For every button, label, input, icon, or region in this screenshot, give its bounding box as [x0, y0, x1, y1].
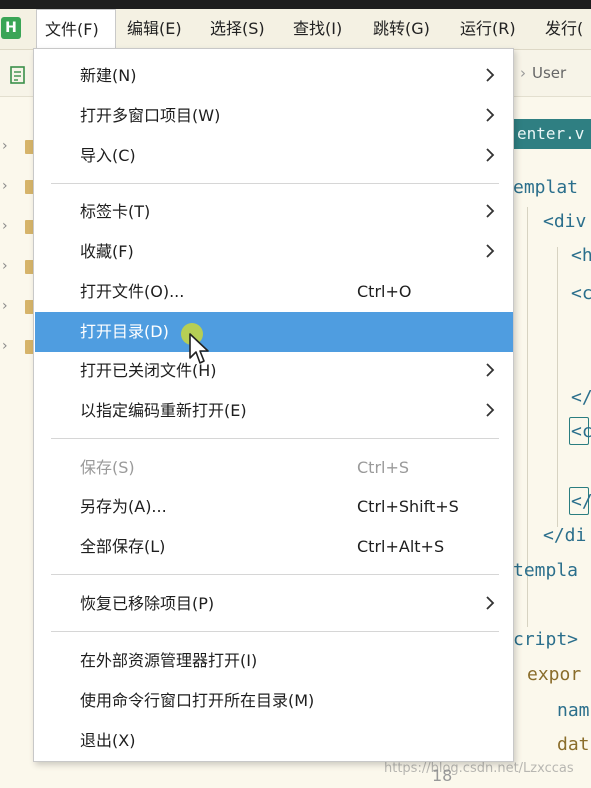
- mouse-pointer-icon: [189, 333, 209, 364]
- breadcrumb-item: User: [532, 64, 567, 82]
- menu-goto[interactable]: 跳转(G): [373, 9, 430, 49]
- menu-separator: [51, 183, 499, 184]
- menu-item-label: 收藏(F): [80, 242, 134, 261]
- menu-item-open-directory[interactable]: 打开目录(D): [35, 312, 513, 352]
- menu-separator: [51, 631, 499, 632]
- chevron-right-icon: [486, 148, 495, 162]
- menu-item-open-closed-file[interactable]: 打开已关闭文件(H): [35, 351, 513, 391]
- menu-item-exit[interactable]: 退出(X): [35, 721, 513, 761]
- menu-item-shortcut: Ctrl+Shift+S: [357, 497, 459, 516]
- chevron-right-icon[interactable]: ›: [2, 338, 8, 354]
- menu-item-label: 新建(N): [80, 66, 137, 85]
- code-line: <c: [571, 283, 591, 304]
- chevron-right-icon[interactable]: ›: [2, 218, 8, 234]
- chevron-right-icon: [486, 108, 495, 122]
- chevron-right-icon[interactable]: ›: [2, 178, 8, 194]
- menu-item-label: 导入(C): [80, 146, 136, 165]
- menu-item-label: 保存(S): [80, 458, 135, 477]
- code-editor[interactable]: enter.v emplat <div <h <c </ <c </ </di …: [513, 97, 591, 788]
- menu-file[interactable]: 文件(F): [36, 9, 116, 49]
- menu-item-open-multi-window-project[interactable]: 打开多窗口项目(W): [35, 96, 513, 136]
- code-line: <div: [543, 211, 587, 232]
- indent-guide: [557, 247, 558, 527]
- menu-item-import[interactable]: 导入(C): [35, 136, 513, 176]
- menu-item-new[interactable]: 新建(N): [35, 56, 513, 96]
- menu-item-open-file[interactable]: 打开文件(O)... Ctrl+O: [35, 272, 513, 312]
- menu-item-label: 标签卡(T): [80, 202, 151, 221]
- chevron-right-icon: [486, 403, 495, 417]
- menu-separator: [51, 438, 499, 439]
- chevron-right-icon: [486, 596, 495, 610]
- menu-bar: H 文件(F) 编辑(E) 选择(S) 查找(I) 跳转(G) 运行(R) 发行…: [0, 9, 591, 50]
- code-line: </: [571, 491, 591, 512]
- menu-item-label: 以指定编码重新打开(E): [80, 401, 247, 420]
- menu-item-save[interactable]: 保存(S) Ctrl+S: [35, 448, 513, 488]
- menu-separator: [51, 574, 499, 575]
- menu-item-label: 打开目录(D): [80, 322, 169, 341]
- menu-item-shortcut: Ctrl+O: [357, 282, 412, 301]
- code-line: emplat: [513, 177, 579, 198]
- editor-tab[interactable]: enter.v: [513, 119, 591, 149]
- menu-run[interactable]: 运行(R): [460, 9, 516, 49]
- code-line: cript>: [513, 629, 579, 650]
- window-top-strip: [0, 0, 591, 9]
- menu-select[interactable]: 选择(S): [210, 9, 265, 49]
- breadcrumb[interactable]: › User: [520, 64, 566, 82]
- chevron-right-icon[interactable]: ›: [2, 298, 8, 314]
- chevron-right-icon[interactable]: ›: [2, 138, 8, 154]
- chevron-right-icon: [486, 68, 495, 82]
- chevron-right-icon: [486, 204, 495, 218]
- menu-item-open-in-terminal[interactable]: 使用命令行窗口打开所在目录(M): [35, 681, 513, 721]
- menu-item-shortcut: Ctrl+Alt+S: [357, 537, 445, 556]
- chevron-right-icon: [486, 244, 495, 258]
- menu-item-favorites[interactable]: 收藏(F): [35, 232, 513, 272]
- menu-item-label: 全部保存(L): [80, 537, 166, 556]
- menu-find[interactable]: 查找(I): [293, 9, 342, 49]
- code-line: </: [571, 387, 591, 408]
- menu-publish[interactable]: 发行(: [545, 9, 583, 49]
- menu-item-label: 使用命令行窗口打开所在目录(M): [80, 691, 315, 710]
- code-line: <c: [571, 421, 591, 442]
- menu-item-restore-removed[interactable]: 恢复已移除项目(P): [35, 584, 513, 624]
- menu-item-label: 退出(X): [80, 731, 136, 750]
- code-line: nam: [557, 700, 590, 721]
- menu-item-label: 恢复已移除项目(P): [80, 594, 215, 613]
- menu-item-label: 打开文件(O)...: [80, 282, 185, 301]
- menu-item-label: 另存为(A)...: [80, 497, 167, 516]
- app-logo-icon: H: [1, 17, 21, 39]
- menu-item-shortcut: Ctrl+S: [357, 458, 410, 477]
- menu-item-save-as[interactable]: 另存为(A)... Ctrl+Shift+S: [35, 487, 513, 527]
- menu-item-label: 打开多窗口项目(W): [80, 106, 221, 125]
- menu-item-label: 在外部资源管理器打开(I): [80, 651, 258, 670]
- code-line: </di: [543, 525, 587, 546]
- chevron-right-icon: [486, 363, 495, 377]
- chevron-right-icon[interactable]: ›: [2, 258, 8, 274]
- code-line: <h: [571, 245, 591, 266]
- breadcrumb-chevron-icon: ›: [520, 64, 526, 82]
- menu-item-tabs[interactable]: 标签卡(T): [35, 192, 513, 232]
- menu-item-reopen-with-encoding[interactable]: 以指定编码重新打开(E): [35, 391, 513, 431]
- code-line: templa: [513, 560, 579, 581]
- file-menu-dropdown: 新建(N) 打开多窗口项目(W) 导入(C) 标签卡(T) 收藏(F) 打开文件…: [33, 48, 514, 762]
- menu-item-open-in-explorer[interactable]: 在外部资源管理器打开(I): [35, 641, 513, 681]
- watermark: https://blog.csdn.net/Lzxccas: [384, 761, 574, 776]
- code-line: dat: [557, 734, 590, 755]
- code-line: expor: [527, 664, 582, 685]
- new-file-icon[interactable]: [9, 66, 27, 84]
- menu-edit[interactable]: 编辑(E): [127, 9, 182, 49]
- menu-item-save-all[interactable]: 全部保存(L) Ctrl+Alt+S: [35, 527, 513, 567]
